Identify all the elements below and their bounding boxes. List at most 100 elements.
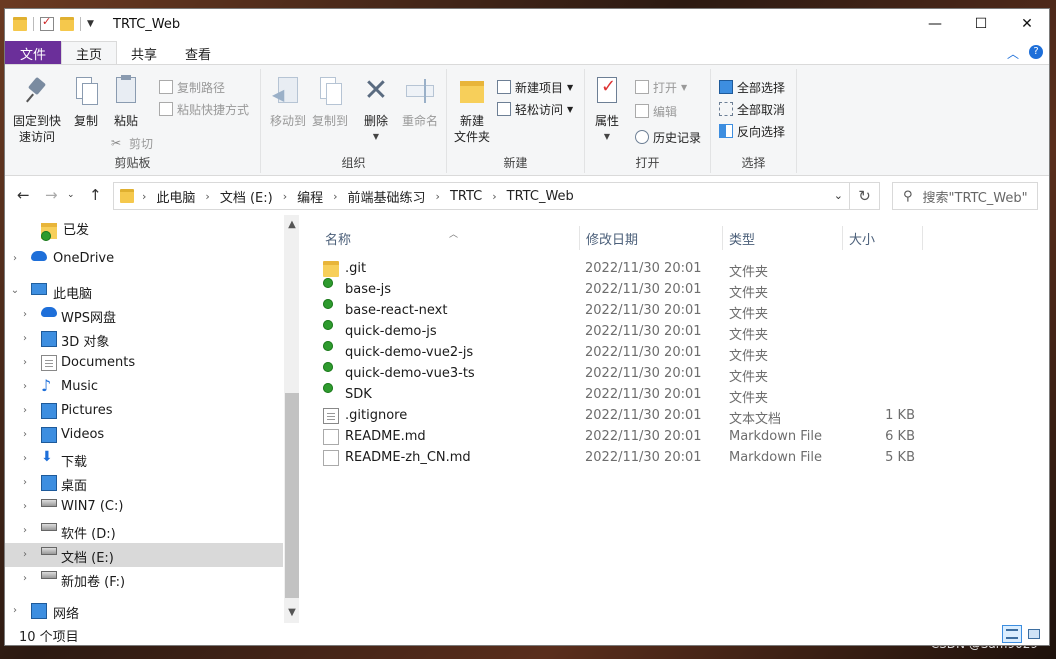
chevron-right-icon[interactable]: ›	[19, 501, 31, 512]
select-none-button[interactable]: 全部取消	[719, 99, 785, 119]
chevron-right-icon[interactable]: ›	[19, 453, 31, 464]
nav-item[interactable]: › 3D 对象	[5, 327, 283, 351]
chevron-right-icon[interactable]: ›	[19, 333, 31, 344]
nav-item[interactable]: › 网络	[5, 599, 283, 623]
properties-icon[interactable]	[40, 15, 54, 31]
details-view-button[interactable]	[1002, 625, 1022, 643]
chevron-right-icon[interactable]: ›	[19, 429, 31, 440]
address-dropdown-icon[interactable]: ⌄	[834, 189, 843, 202]
table-row[interactable]: quick-demo-js 2022/11/30 20:01 文件夹	[319, 322, 919, 343]
table-row[interactable]: README.md 2022/11/30 20:01 Markdown File 6 …	[319, 427, 919, 448]
column-header-type[interactable]: 类型	[723, 226, 843, 250]
close-button[interactable]: ✕	[1004, 9, 1049, 39]
back-button[interactable]: ←	[17, 186, 30, 204]
breadcrumb-frontend[interactable]: 前端基础练习	[348, 187, 426, 206]
nav-item-label: Documents	[61, 355, 136, 370]
chevron-right-icon[interactable]: ›	[9, 605, 21, 616]
chevron-right-icon[interactable]: ›	[19, 477, 31, 488]
paste-button[interactable]: 粘贴	[103, 75, 149, 129]
table-row[interactable]: quick-demo-vue3-ts 2022/11/30 20:01 文件夹	[319, 364, 919, 385]
address-bar[interactable]: › 此电脑 › 文档 (E:) › 编程 › 前端基础练习 › TRTC › T…	[113, 182, 850, 210]
breadcrumb-drive-e[interactable]: 文档 (E:)	[220, 187, 273, 206]
help-icon[interactable]: ?	[1029, 45, 1043, 59]
up-button[interactable]: ↑	[89, 186, 102, 204]
nav-item[interactable]: › Pictures	[5, 399, 283, 423]
table-row[interactable]: base-js 2022/11/30 20:01 文件夹	[319, 280, 919, 301]
minimize-button[interactable]: —	[912, 9, 958, 39]
chevron-right-icon[interactable]: ›	[19, 357, 31, 368]
nav-item[interactable]: › WPS网盘	[5, 303, 283, 327]
nav-item[interactable]: › OneDrive	[5, 247, 283, 271]
nav-item[interactable]: › Documents	[5, 351, 283, 375]
scroll-thumb[interactable]	[285, 393, 299, 598]
table-row[interactable]: base-react-next 2022/11/30 20:01 文件夹	[319, 301, 919, 322]
tab-home[interactable]: 主页	[61, 41, 118, 65]
copy-path-button[interactable]: 复制路径	[159, 77, 225, 97]
nav-scrollbar[interactable]: ▲ ▼	[284, 215, 299, 623]
nav-item[interactable]: › ♪ Music	[5, 375, 283, 399]
column-header-date[interactable]: 修改日期	[580, 226, 723, 250]
nav-item[interactable]: ⌄ 此电脑	[5, 279, 283, 303]
nav-item[interactable]: 已发	[5, 215, 283, 241]
search-input[interactable]: ⚲ 搜索"TRTC_Web"	[892, 182, 1038, 210]
scroll-up-icon[interactable]: ▲	[284, 219, 299, 230]
nav-item[interactable]: › 新加卷 (F:)	[5, 567, 283, 591]
select-all-button[interactable]: 全部选择	[719, 77, 785, 97]
delete-button[interactable]: ✕ 删除 ▼	[357, 75, 395, 145]
move-to-button[interactable]: ◀ 移动到	[265, 75, 311, 129]
tab-share[interactable]: 共享	[117, 41, 171, 65]
nav-item[interactable]: › 桌面	[5, 471, 283, 495]
new-folder-button[interactable]: 新建 文件夹	[449, 75, 495, 145]
breadcrumb-trtc[interactable]: TRTC	[450, 189, 482, 204]
table-row[interactable]: .git 2022/11/30 20:01 文件夹	[319, 259, 919, 280]
column-header-name[interactable]: 名称 ︿	[319, 226, 580, 250]
recent-locations-icon[interactable]: ⌄	[67, 190, 75, 200]
breadcrumb-trtc-web[interactable]: TRTC_Web	[507, 189, 574, 204]
easy-access-button[interactable]: 轻松访问 ▼	[497, 99, 573, 119]
chevron-right-icon[interactable]: ›	[19, 573, 31, 584]
chevron-down-icon[interactable]: ⌄	[9, 285, 21, 296]
edit-button[interactable]: 编辑	[635, 101, 677, 121]
nav-item[interactable]: › Videos	[5, 423, 283, 447]
breadcrumb-programming[interactable]: 编程	[297, 187, 323, 206]
new-folder-icon[interactable]	[60, 17, 74, 31]
file-size: 1 KB	[885, 408, 915, 423]
scroll-down-icon[interactable]: ▼	[284, 607, 299, 618]
table-row[interactable]: quick-demo-vue2-js 2022/11/30 20:01 文件夹	[319, 343, 919, 364]
refresh-button[interactable]: ↻	[850, 182, 880, 210]
maximize-button[interactable]: ☐	[958, 9, 1004, 39]
chevron-right-icon[interactable]: ›	[9, 253, 21, 264]
history-button[interactable]: 历史记录	[635, 127, 701, 147]
nav-item[interactable]: › 文档 (E:)	[5, 543, 283, 567]
chevron-right-icon[interactable]: ›	[19, 525, 31, 536]
nav-item[interactable]: › WIN7 (C:)	[5, 495, 283, 519]
forward-button[interactable]: →	[45, 186, 58, 204]
nav-item[interactable]: › 软件 (D:)	[5, 519, 283, 543]
chevron-right-icon[interactable]: ›	[19, 309, 31, 320]
copy-to-button[interactable]: 复制到	[307, 75, 353, 129]
tab-view[interactable]: 查看	[171, 41, 225, 65]
pin-quick-access-button[interactable]: 固定到快 速访问	[9, 75, 65, 145]
cut-button[interactable]: ✂ 剪切	[111, 133, 153, 153]
collapse-ribbon-icon[interactable]: ︿	[1007, 45, 1019, 62]
nav-item[interactable]: › ⬇ 下载	[5, 447, 283, 471]
rename-button[interactable]: 重命名	[397, 75, 443, 129]
large-icons-view-button[interactable]	[1024, 625, 1044, 643]
table-row[interactable]: SDK 2022/11/30 20:01 文件夹	[319, 385, 919, 406]
open-button[interactable]: 打开 ▼	[635, 77, 687, 97]
chevron-right-icon[interactable]: ›	[19, 381, 31, 392]
column-header-size[interactable]: 大小	[843, 226, 923, 250]
table-row[interactable]: README-zh_CN.md 2022/11/30 20:01 Markdown …	[319, 448, 919, 469]
invert-selection-button[interactable]: 反向选择	[719, 121, 785, 141]
properties-button[interactable]: ✓ 属性 ▼	[587, 75, 627, 145]
nav-item-label: Music	[61, 379, 98, 394]
table-row[interactable]: .gitignore 2022/11/30 20:01 文本文档 1 KB	[319, 406, 919, 427]
breadcrumb-this-pc[interactable]: 此电脑	[156, 187, 195, 206]
customize-dropdown-icon[interactable]: ▼	[87, 19, 94, 29]
new-item-button[interactable]: 新建项目 ▼	[497, 77, 573, 97]
tab-file[interactable]: 文件	[5, 41, 62, 65]
edit-label: 编辑	[653, 104, 678, 119]
paste-shortcut-button[interactable]: 粘贴快捷方式	[159, 99, 249, 119]
chevron-right-icon[interactable]: ›	[19, 549, 31, 560]
chevron-right-icon[interactable]: ›	[19, 405, 31, 416]
